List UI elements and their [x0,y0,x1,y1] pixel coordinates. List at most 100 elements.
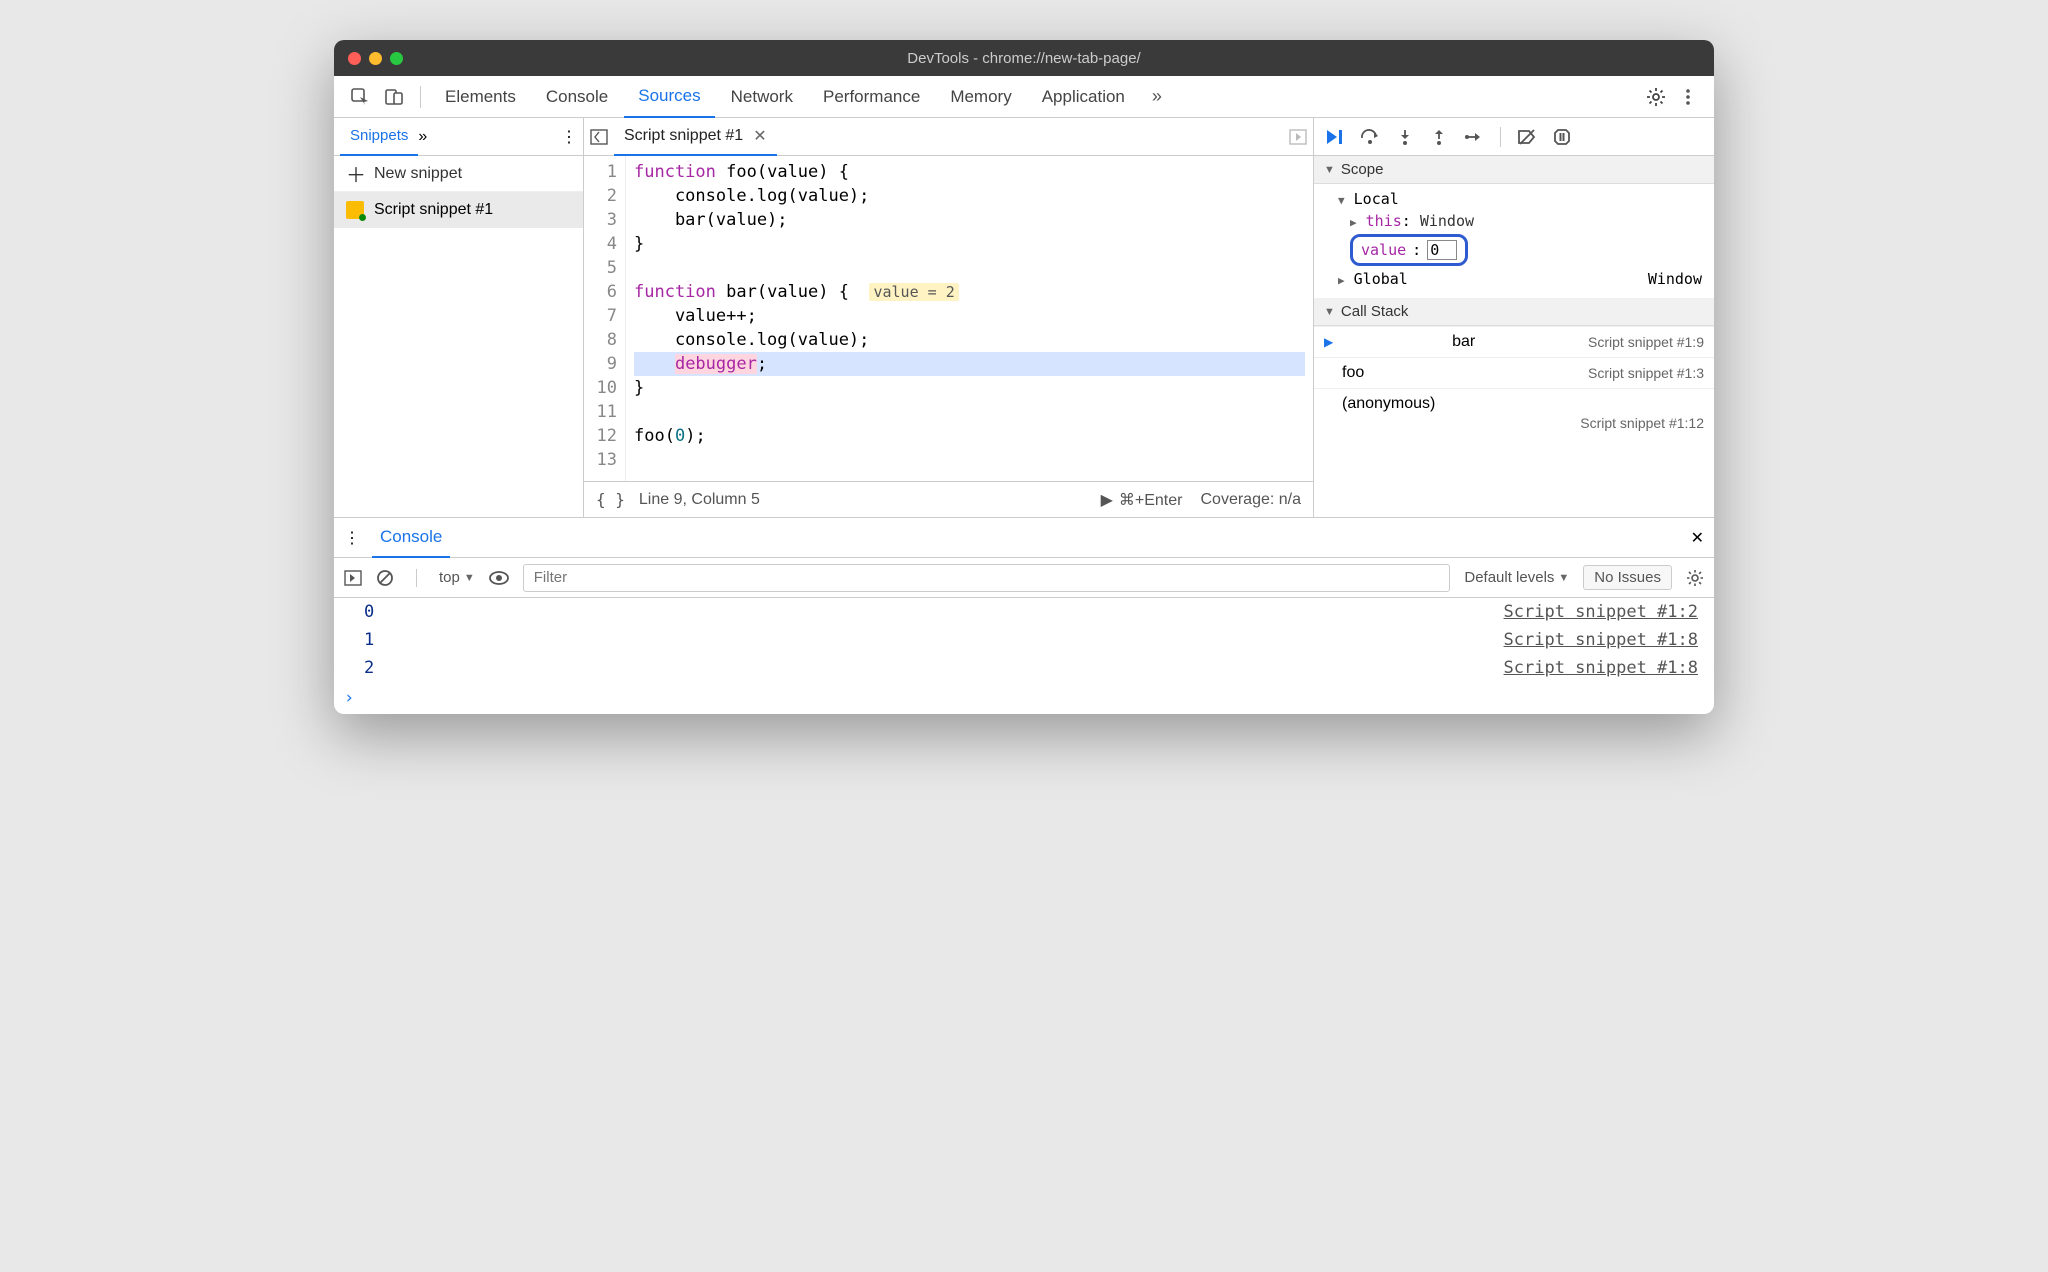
scope-title: Scope [1341,161,1384,178]
tab-console[interactable]: Console [532,76,622,118]
log-row: 2 Script snippet #1:8 [334,654,1714,682]
callstack-pane-header[interactable]: ▼ Call Stack [1314,298,1714,326]
callstack-src: Script snippet #1:9 [1588,334,1704,350]
callstack-frame[interactable]: foo Script snippet #1:3 [1314,357,1714,388]
sources-panel: Snippets » ⋮ ＋ New snippet Script snippe… [334,118,1714,518]
scope-this-value: Window [1420,212,1474,230]
tab-application[interactable]: Application [1028,76,1139,118]
toggle-navigator-icon[interactable] [590,128,608,146]
callstack-frame[interactable]: bar Script snippet #1:9 [1314,326,1714,357]
device-toolbar-icon[interactable] [378,81,410,113]
scope-value-row[interactable]: value: [1320,232,1708,268]
log-row: 0 Script snippet #1:2 [334,598,1714,626]
scope-global-row[interactable]: ▶ Global Window [1320,268,1708,290]
step-into-icon[interactable] [1396,128,1414,146]
context-selector[interactable]: top ▼ [439,569,475,586]
step-over-icon[interactable] [1360,128,1380,146]
editor-file-tab[interactable]: Script snippet #1 ✕ [614,118,777,156]
chevron-down-icon: ▼ [1558,572,1569,584]
devtools-window: DevTools - chrome://new-tab-page/ Elemen… [334,40,1714,714]
snippet-item[interactable]: Script snippet #1 [334,192,583,228]
console-settings-icon[interactable] [1686,569,1704,587]
clear-console-icon[interactable] [376,569,394,587]
new-snippet-label: New snippet [374,165,462,183]
plus-icon: ＋ [346,159,366,188]
callstack-fn: bar [1452,333,1475,351]
snippet-file-icon [346,201,364,219]
step-out-icon[interactable] [1430,128,1448,146]
log-source-link[interactable]: Script snippet #1:8 [1504,630,1698,650]
log-row: 1 Script snippet #1:8 [334,626,1714,654]
play-icon: ▶ [1101,490,1113,510]
minimize-window-button[interactable] [369,52,382,65]
more-tabs-icon[interactable]: » [1141,81,1173,113]
debugger-sidebar: ▼ Scope ▼ Local ▶ this: Window value: [1314,118,1714,517]
callstack-fn: foo [1324,364,1364,382]
callstack-frame-anonymous[interactable]: (anonymous) [1314,388,1714,415]
pause-on-exceptions-icon[interactable] [1553,128,1571,146]
tab-sources[interactable]: Sources [624,76,714,118]
close-tab-icon[interactable]: ✕ [753,126,766,146]
chevron-right-icon: ▶ [1350,216,1357,229]
scope-this-row[interactable]: ▶ this: Window [1320,210,1708,232]
titlebar: DevTools - chrome://new-tab-page/ [334,40,1714,76]
no-issues-button[interactable]: No Issues [1583,565,1672,590]
code-area[interactable]: function foo(value) { console.log(value)… [626,156,1313,481]
close-window-button[interactable] [348,52,361,65]
sidebar-tab-snippets[interactable]: Snippets [340,118,418,156]
inline-value-hint: value = 2 [869,283,958,301]
scope-local-label: Local [1354,190,1399,208]
callstack-anon-label: (anonymous) [1342,395,1435,412]
close-drawer-icon[interactable]: ✕ [1691,528,1704,548]
maximize-window-button[interactable] [390,52,403,65]
scope-value-input[interactable] [1427,240,1457,260]
coverage-status: Coverage: n/a [1200,491,1301,509]
window-title: DevTools - chrome://new-tab-page/ [334,50,1714,67]
drawer-tab-console[interactable]: Console [372,518,450,558]
scope-value-label: value [1361,241,1406,259]
tab-memory[interactable]: Memory [936,76,1025,118]
tab-elements[interactable]: Elements [431,76,530,118]
scope-global-label: Global [1354,270,1408,288]
drawer-kebab-icon[interactable]: ⋮ [344,528,360,548]
live-expression-icon[interactable] [489,571,509,585]
navigator-sidebar: Snippets » ⋮ ＋ New snippet Script snippe… [334,118,584,517]
scope-local[interactable]: ▼ Local [1320,188,1708,210]
chevron-down-icon: ▼ [1324,306,1335,318]
console-drawer: ⋮ Console ✕ top ▼ Default levels ▼ [334,518,1714,714]
sidebar-kebab-icon[interactable]: ⋮ [561,127,577,147]
resume-icon[interactable] [1324,128,1344,146]
chevron-down-icon: ▼ [1324,164,1335,176]
console-filter-input[interactable] [523,564,1451,592]
levels-label: Default levels [1464,569,1554,586]
callstack-title: Call Stack [1341,303,1409,320]
tab-network[interactable]: Network [717,76,807,118]
snippet-item-label: Script snippet #1 [374,201,493,219]
kebab-menu-icon[interactable] [1672,81,1704,113]
tab-performance[interactable]: Performance [809,76,934,118]
log-source-link[interactable]: Script snippet #1:8 [1504,658,1698,678]
scope-pane-header[interactable]: ▼ Scope [1314,156,1714,184]
run-snippet-button[interactable]: ▶ ⌘+Enter [1101,490,1183,510]
cursor-position: Line 9, Column 5 [639,491,760,509]
editor-tab-label: Script snippet #1 [624,127,743,145]
log-value: 1 [364,630,374,650]
new-snippet-button[interactable]: ＋ New snippet [334,156,583,192]
console-prompt[interactable]: › [334,682,1714,714]
log-levels-selector[interactable]: Default levels ▼ [1464,569,1569,586]
settings-icon[interactable] [1640,81,1672,113]
more-sidebar-tabs-icon[interactable]: » [418,128,427,146]
scope-this-label: this [1366,212,1402,230]
code-editor: Script snippet #1 ✕ 12345678910111213 fu… [584,118,1314,517]
step-icon[interactable] [1464,128,1484,146]
panel-tabbar: Elements Console Sources Network Perform… [334,76,1714,118]
log-source-link[interactable]: Script snippet #1:2 [1504,602,1698,622]
toggle-debugger-icon[interactable] [1289,128,1307,146]
inspect-element-icon[interactable] [344,81,376,113]
context-label: top [439,569,460,586]
console-sidebar-toggle-icon[interactable] [344,569,362,587]
editor-statusbar: { } Line 9, Column 5 ▶ ⌘+Enter Coverage:… [584,481,1313,517]
console-output: 0 Script snippet #1:2 1 Script snippet #… [334,598,1714,714]
format-icon[interactable]: { } [596,490,625,509]
deactivate-breakpoints-icon[interactable] [1517,128,1537,146]
